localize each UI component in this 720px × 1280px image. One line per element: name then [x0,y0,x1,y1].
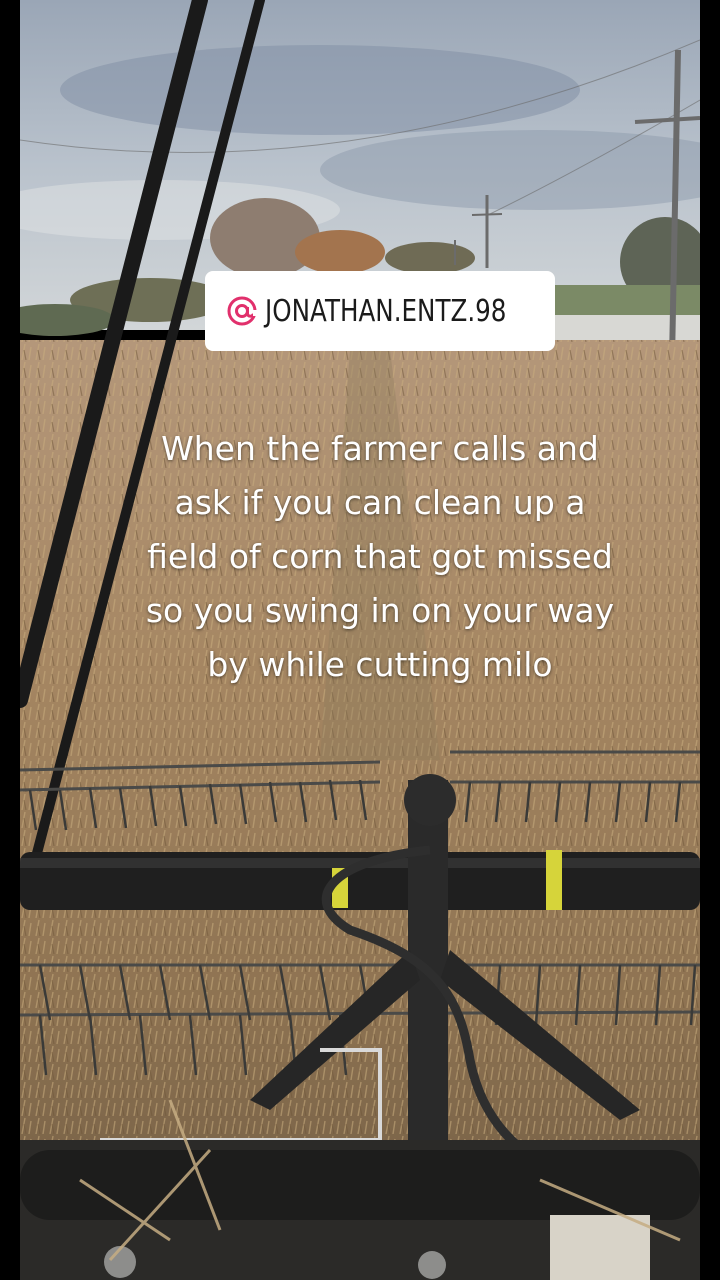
creator-handle-badge[interactable]: JONATHAN.ENTZ.98 [205,271,555,351]
caption-line: field of corn that got missed [147,537,613,576]
instagram-at-icon [227,296,259,326]
caption-line: ask if you can clean up a [174,483,586,522]
letterbox-left [0,0,20,1280]
video-caption: When the farmer calls and ask if you can… [80,422,680,692]
letterbox-right [700,0,720,1280]
caption-line: When the farmer calls and [161,429,599,468]
caption-line: by while cutting milo [207,645,553,684]
creator-handle: JONATHAN.ENTZ.98 [265,293,507,329]
video-frame[interactable]: JONATHAN.ENTZ.98 When the farmer calls a… [20,0,700,1280]
caption-line: so you swing in on your way [145,591,615,630]
